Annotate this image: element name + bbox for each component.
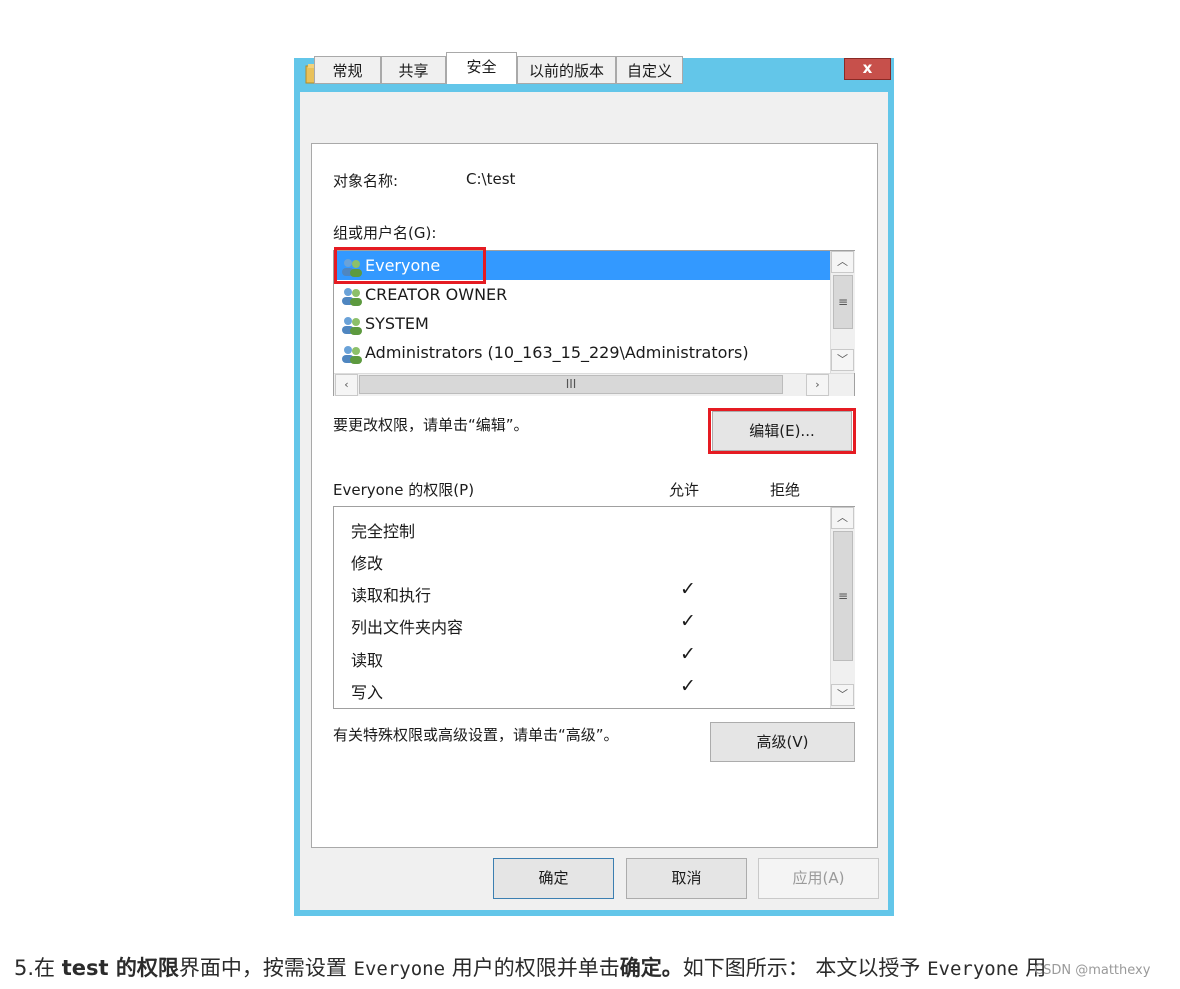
list-item-creator-owner[interactable]: CREATOR OWNER — [334, 280, 830, 309]
close-button[interactable]: x — [844, 58, 891, 80]
caption-bold-2: 确定。 — [619, 956, 683, 980]
tab-sharing[interactable]: 共享 — [381, 56, 446, 84]
caption-code-1: Everyone — [353, 958, 446, 980]
caption-text-3: 如下图所示： 本文以授予 — [682, 956, 928, 980]
caption-bold-1: test 的权限 — [61, 956, 179, 980]
object-name-label: 对象名称: — [333, 172, 399, 190]
check-icon: ✓ — [680, 675, 696, 697]
highlight-box-edit — [708, 408, 856, 454]
tab-previous-versions[interactable]: 以前的版本 — [517, 56, 616, 84]
scroll-thumb[interactable]: ≡ — [833, 531, 853, 661]
permission-list-folder: 列出文件夹内容 — [351, 618, 464, 637]
scroll-right-icon[interactable]: › — [806, 374, 829, 396]
highlight-box-everyone — [334, 247, 486, 284]
user-group-icon — [342, 287, 362, 306]
scroll-up-icon[interactable]: ︿ — [831, 507, 854, 529]
tab-customize[interactable]: 自定义 — [616, 56, 683, 84]
check-icon: ✓ — [680, 610, 696, 632]
tab-security[interactable]: 安全 — [446, 52, 517, 84]
permission-full-control: 完全控制 — [351, 522, 416, 541]
watermark: CSDN @matthexy — [1034, 963, 1151, 978]
permissions-listbox: 完全控制 修改 读取和执行 列出文件夹内容 读取 写入 ✓ ✓ ✓ ✓ ︿ ≡ … — [333, 506, 855, 709]
permission-write: 写入 — [351, 683, 384, 702]
user-name: CREATOR OWNER — [365, 285, 508, 304]
user-name: SYSTEM — [365, 314, 429, 333]
permissions-vertical-scrollbar[interactable]: ︿ ≡ ﹀ — [830, 507, 855, 708]
caption-code-2: Everyone — [927, 958, 1019, 980]
permission-read: 读取 — [351, 651, 384, 670]
ok-button[interactable]: 确定 — [493, 858, 614, 899]
user-name: Administrators (10_163_15_229\Administra… — [365, 343, 749, 362]
user-group-icon — [342, 316, 362, 335]
caption-text-2: 用户的权限并单击 — [445, 956, 620, 980]
scroll-down-icon[interactable]: ﹀ — [831, 684, 854, 706]
scroll-left-icon[interactable]: ‹ — [335, 374, 358, 396]
check-icon: ✓ — [680, 578, 696, 600]
scroll-thumb[interactable]: ≡ — [833, 275, 853, 329]
caption-text-1: 界面中，按需设置 — [178, 956, 354, 980]
permission-read-execute: 读取和执行 — [351, 586, 432, 605]
deny-column-header: 拒绝 — [770, 481, 801, 499]
caption-prefix: 5.在 — [14, 956, 62, 980]
article-caption: 5.在 test 的权限界面中，按需设置 Everyone 用户的权限并单击确定… — [14, 952, 1046, 982]
tab-general[interactable]: 常规 — [314, 56, 381, 84]
permissions-label: Everyone 的权限(P) — [333, 481, 475, 499]
scroll-thumb-horizontal[interactable]: III — [359, 375, 783, 394]
list-item-system[interactable]: SYSTEM — [334, 309, 830, 338]
apply-button[interactable]: 应用(A) — [758, 858, 879, 899]
check-icon: ✓ — [680, 643, 696, 665]
users-horizontal-scrollbar[interactable]: ‹ III › — [334, 373, 854, 396]
cancel-button[interactable]: 取消 — [626, 858, 747, 899]
users-vertical-scrollbar[interactable]: ︿ ≡ ﹀ — [830, 251, 855, 373]
scroll-up-icon[interactable]: ︿ — [831, 251, 854, 273]
list-item-administrators[interactable]: Administrators (10_163_15_229\Administra… — [334, 338, 830, 367]
allow-column-header: 允许 — [669, 481, 700, 499]
advanced-button[interactable]: 高级(V) — [710, 722, 855, 762]
scroll-down-icon[interactable]: ﹀ — [831, 349, 854, 371]
permission-modify: 修改 — [351, 554, 384, 573]
object-name-value: C:\test — [466, 170, 516, 188]
edit-hint-text: 要更改权限，请单击“编辑”。 — [333, 416, 529, 434]
group-or-user-label: 组或用户名(G): — [333, 224, 437, 242]
advanced-hint-text: 有关特殊权限或高级设置，请单击“高级”。 — [333, 726, 619, 744]
user-group-icon — [342, 345, 362, 364]
